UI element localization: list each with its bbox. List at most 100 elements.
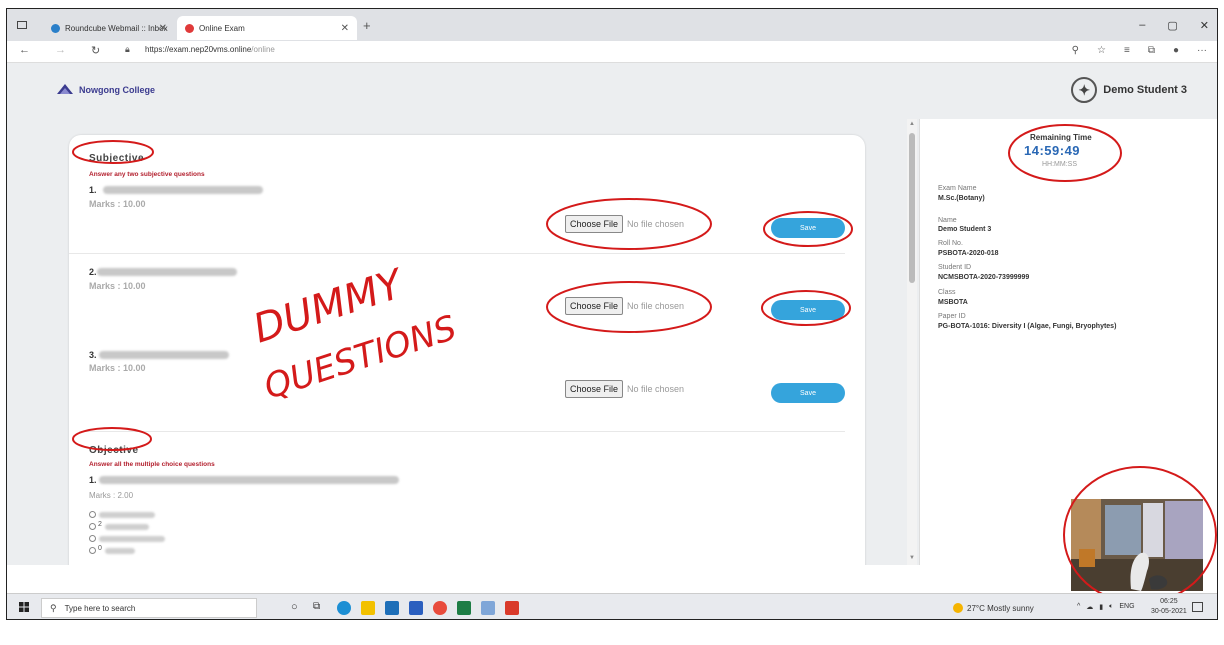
exam-name-value: M.Sc.(Botany) [938,195,985,202]
redacted-option-text [99,512,155,518]
divider [69,253,845,254]
close-tab-icon[interactable]: ✕ [159,23,167,34]
save-button[interactable]: Save [771,218,845,238]
favorite-star-icon[interactable]: ☆ [1097,45,1106,56]
option-text: 0 [98,545,102,552]
class-value: MSBOTA [938,299,968,306]
language-indicator[interactable]: ENG [1119,603,1134,611]
option-radio[interactable] [89,535,96,542]
cortana-icon[interactable]: ○ [291,601,298,613]
option-text: 2 [98,521,102,528]
more-menu-icon[interactable]: ··· [1197,45,1207,56]
user-menu[interactable]: ✦ Demo Student 3 [1071,77,1187,103]
weather-text: 27°C Mostly sunny [967,603,1034,613]
webcam-preview [1071,499,1203,591]
objective-instruction: Answer all the multiple choice questions [89,461,215,468]
college-emblem-icon [57,84,73,94]
webcam-feed-image [1071,499,1203,591]
taskbar-search-input[interactable]: ⚲ Type here to search [41,598,257,618]
scroll-down-icon[interactable]: ▼ [909,555,915,561]
file-status: No file chosen [627,384,685,394]
question-number: 3. [89,350,97,360]
close-window-button[interactable]: ✕ [1200,19,1209,32]
paper-id-label: Paper ID [938,313,966,320]
search-placeholder: Type here to search [64,603,136,613]
divider [79,431,845,432]
favorites-list-icon[interactable]: ≡ [1124,45,1130,56]
tab-roundcube[interactable]: Roundcube Webmail :: Inbox ✕ [43,16,175,40]
profile-icon[interactable]: ● [1173,45,1179,56]
save-button[interactable]: Save [771,300,845,320]
collections-icon[interactable]: ⧉ [1148,45,1155,56]
roll-no-label: Roll No. [938,240,963,247]
remaining-time-format: HH:MM:SS [1042,161,1077,168]
new-tab-button[interactable]: + [363,18,371,33]
close-tab-icon[interactable]: ✕ [341,23,349,34]
name-value: Demo Student 3 [938,226,992,233]
file-upload-q3: Choose File No file chosen [565,380,684,398]
user-name: Demo Student 3 [1103,84,1187,96]
remaining-time-value: 14:59:49 [1024,143,1081,158]
speaker-icon[interactable]: 🔈︎ [1109,603,1113,611]
anydesk-icon[interactable] [505,601,519,615]
back-arrow-icon[interactable]: ← [19,44,30,56]
option-radio[interactable] [89,547,96,554]
network-icon[interactable]: ▮ [1099,603,1103,611]
choose-file-button[interactable]: Choose File [565,215,624,233]
choose-file-button[interactable]: Choose File [565,297,624,315]
window-controls: – ▢ ✕ [1139,19,1209,32]
cloud-icon[interactable]: ☁ [1086,603,1093,611]
refresh-icon[interactable]: ↻ [91,44,100,57]
clock-time: 06:25 [1160,598,1178,605]
question-marks: Marks : 10.00 [89,199,146,209]
roundcube-favicon-icon [51,23,60,33]
question-marks: Marks : 2.00 [89,491,134,500]
excel-icon[interactable] [457,601,471,615]
task-view-icon[interactable]: ⧉ [313,601,320,612]
save-button[interactable]: Save [771,383,845,403]
objective-title: Objective [89,445,139,456]
scroll-thumb[interactable] [909,133,915,283]
store-icon[interactable] [385,601,399,615]
redacted-question-text [103,186,263,194]
exam-content-area: Subjective Answer any two subjective que… [7,119,919,565]
question-number: 1. [89,475,97,485]
redacted-option-text [99,536,165,542]
chrome-icon[interactable] [433,601,447,615]
file-status: No file chosen [627,301,685,311]
taskbar-clock[interactable]: 06:25 30-05-2021 [1151,597,1187,617]
college-logo[interactable]: Nowgong College [57,84,155,96]
name-label: Name [938,217,957,224]
compass-avatar-icon: ✦ [1071,77,1098,103]
class-label: Class [938,289,956,296]
tray-chevron-icon[interactable]: ^ [1077,603,1080,611]
choose-file-button[interactable]: Choose File [565,380,624,398]
paper-id-value: PG-BOTA-1016: Diversity I (Algae, Fungi,… [938,323,1117,330]
exam-favicon-icon [185,23,194,33]
lock-icon[interactable]: 🔒︎ [125,44,130,55]
tab-actions-icon[interactable] [17,21,27,29]
minimize-button[interactable]: – [1139,19,1145,32]
scroll-up-icon[interactable]: ▲ [909,121,915,127]
redacted-question-text [99,351,229,359]
windows-start-icon[interactable] [19,602,29,612]
app-l-icon[interactable] [409,601,423,615]
file-explorer-icon[interactable] [361,601,375,615]
system-tray: ^ ☁ ▮ 🔈︎ ENG [1077,603,1135,611]
content-scrollbar[interactable]: ▲ ▼ [907,119,917,565]
address-bar[interactable]: https://exam.nep20vms.online/online [145,45,275,54]
edge-icon[interactable] [337,601,351,615]
option-radio[interactable] [89,511,96,518]
student-id-label: Student ID [938,264,972,271]
forward-arrow-icon[interactable]: → [55,44,66,56]
option-radio[interactable] [89,523,96,530]
extension-icon[interactable]: ⚲ [1072,45,1079,56]
maximize-button[interactable]: ▢ [1167,19,1177,32]
redacted-question-text [99,476,399,484]
student-id-value: NCMSBOTA-2020-73999999 [938,274,1030,281]
photos-icon[interactable] [481,601,495,615]
tab-online-exam[interactable]: Online Exam ✕ [177,16,357,40]
notification-icon[interactable] [1192,602,1203,612]
weather-widget[interactable]: 27°C Mostly sunny [953,603,1034,613]
question-marks: Marks : 10.00 [89,363,146,373]
